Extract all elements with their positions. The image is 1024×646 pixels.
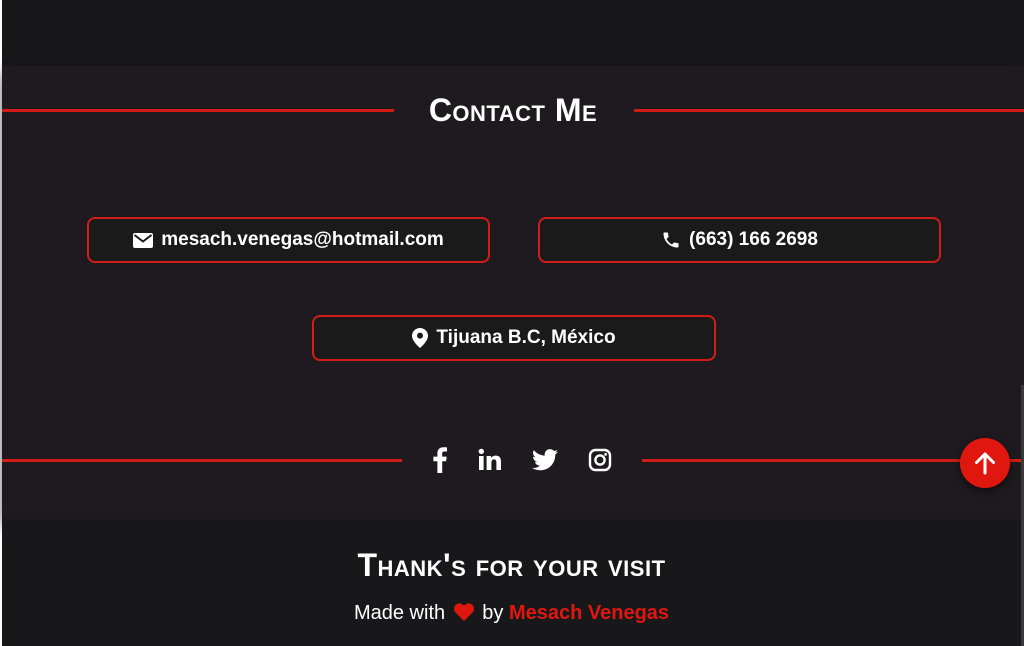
- scroll-to-top-button[interactable]: [960, 438, 1010, 488]
- phone-button[interactable]: (663) 166 2698: [538, 217, 941, 263]
- social-rule-left: [2, 459, 402, 462]
- contact-section: Contact Me mesach.venegas@hotmail.com (6…: [2, 66, 1024, 519]
- made-with-line: Made with by Mesach Venegas: [2, 599, 1021, 627]
- footer: Thank's for your visit Made with by Mesa…: [2, 519, 1021, 646]
- email-text: mesach.venegas@hotmail.com: [161, 229, 444, 250]
- email-button[interactable]: mesach.venegas@hotmail.com: [87, 217, 490, 263]
- map-pin-icon: [412, 328, 429, 348]
- location-text: Tijuana B.C, México: [436, 327, 616, 348]
- phone-text: (663) 166 2698: [689, 229, 818, 250]
- linkedin-icon[interactable]: [470, 440, 510, 480]
- location-button[interactable]: Tijuana B.C, México: [312, 315, 716, 361]
- twitter-icon[interactable]: [525, 440, 565, 480]
- contact-title: Contact Me: [428, 92, 598, 128]
- phone-icon: [663, 232, 679, 248]
- arrow-up-icon: [975, 452, 995, 475]
- heart-icon: [453, 603, 474, 621]
- thanks-heading: Thank's for your visit: [357, 547, 666, 583]
- previous-section: [2, 0, 1024, 66]
- instagram-icon[interactable]: [580, 440, 620, 480]
- envelope-icon: [133, 232, 154, 248]
- facebook-icon[interactable]: [420, 440, 460, 480]
- by-text: by: [482, 602, 504, 624]
- author-link[interactable]: Mesach Venegas: [509, 602, 669, 624]
- made-with-text: Made with: [353, 602, 446, 624]
